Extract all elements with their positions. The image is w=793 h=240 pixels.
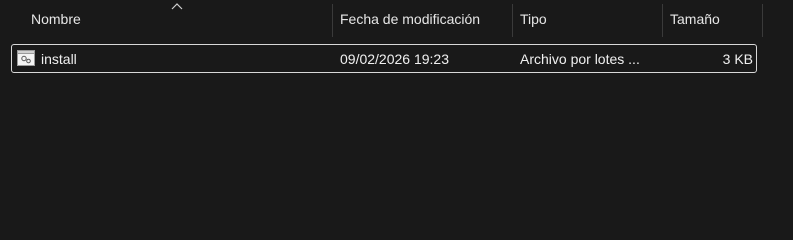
file-explorer-details-view: Nombre Fecha de modificación Tipo Tamaño…	[0, 0, 793, 201]
file-size: 3 KB	[722, 50, 753, 67]
file-name: install	[41, 50, 77, 67]
column-header-size-label: Tamaño	[670, 10, 720, 27]
column-divider-modified[interactable]	[512, 4, 513, 37]
column-header-modified-label: Fecha de modificación	[340, 10, 481, 27]
column-header-type[interactable]: Tipo	[520, 0, 662, 37]
column-header-name[interactable]: Nombre	[31, 0, 331, 37]
column-header-bar: Nombre Fecha de modificación Tipo Tamaño	[0, 0, 793, 37]
column-header-name-label: Nombre	[31, 10, 81, 27]
file-row[interactable]: install 09/02/2026 19:23 Archivo por lot…	[11, 44, 757, 73]
column-divider-name[interactable]	[332, 4, 333, 37]
column-header-modified[interactable]: Fecha de modificación	[340, 0, 512, 37]
column-divider-type[interactable]	[662, 4, 663, 37]
column-header-size[interactable]: Tamaño	[670, 0, 762, 37]
file-modified: 09/02/2026 19:23	[340, 50, 449, 67]
batch-file-icon	[17, 50, 35, 66]
column-divider-size[interactable]	[762, 4, 763, 37]
column-header-type-label: Tipo	[520, 10, 547, 27]
